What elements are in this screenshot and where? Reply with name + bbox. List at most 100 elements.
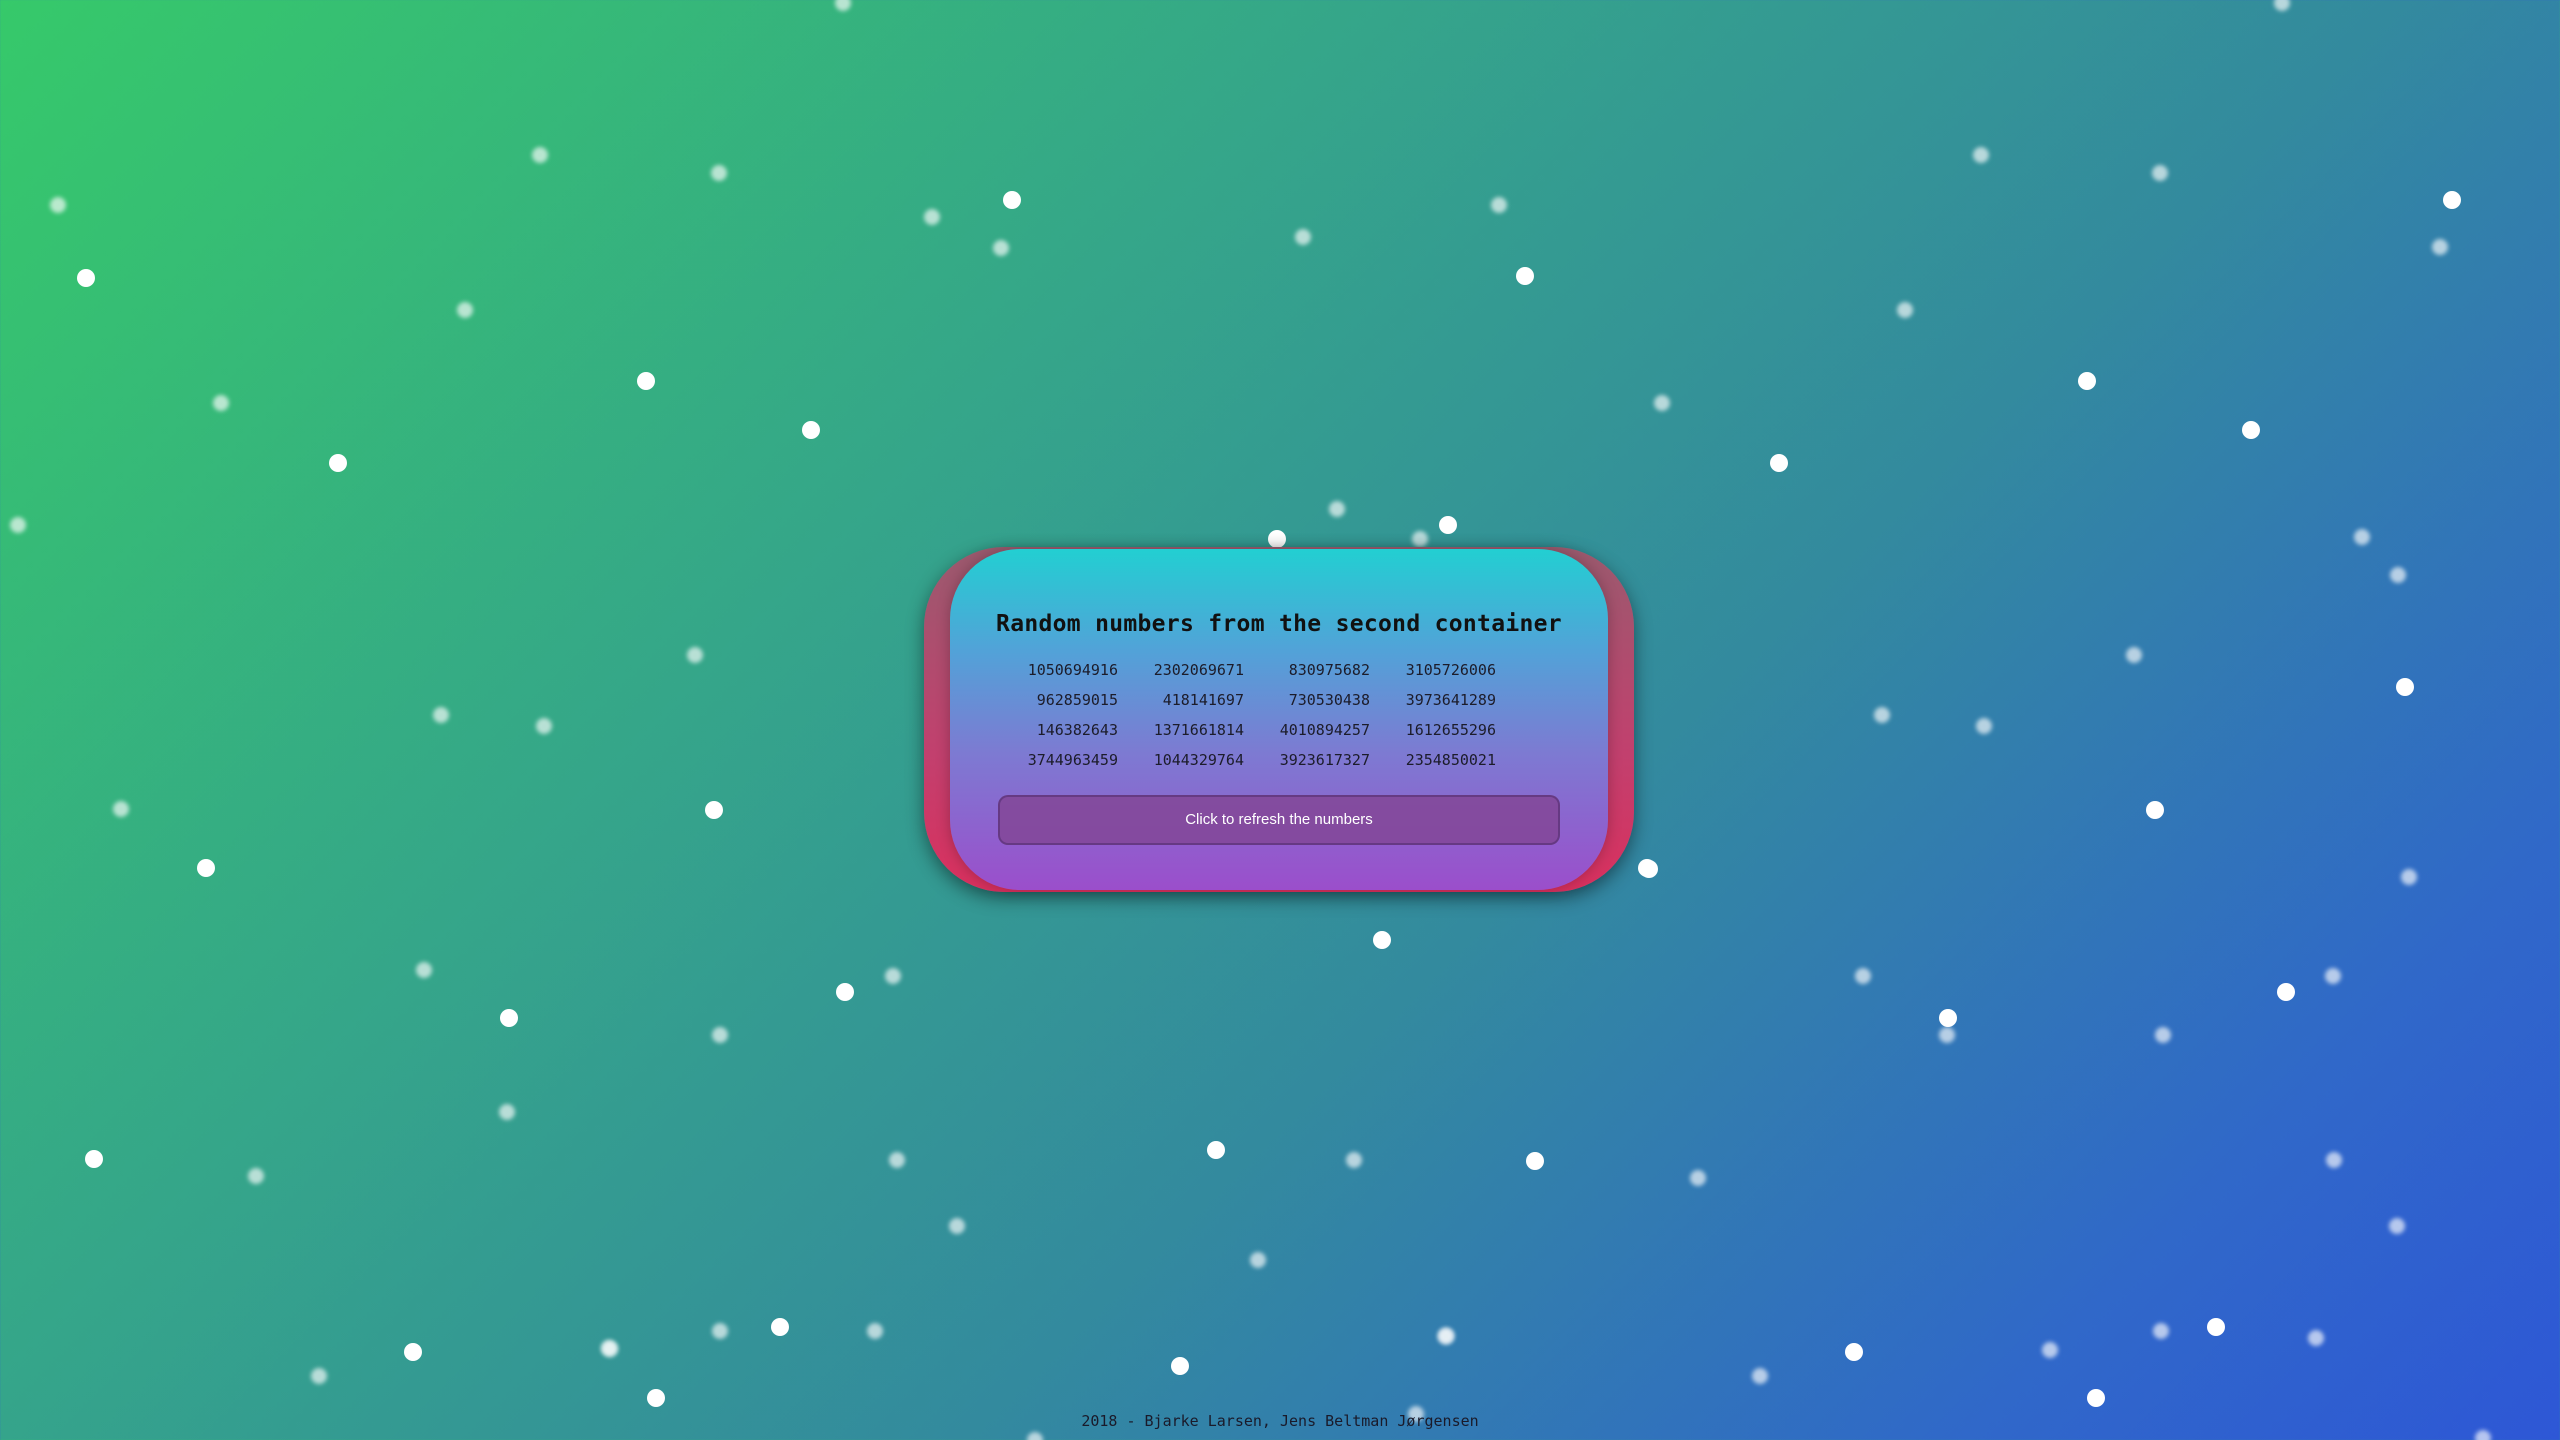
- snow-particle: [1171, 1357, 1189, 1375]
- snow-particle: [197, 859, 215, 877]
- card-title: Random numbers from the second container: [996, 611, 1562, 637]
- snow-particle-blurred: [416, 962, 432, 978]
- snow-particle: [705, 801, 723, 819]
- random-number: 1044329764: [1153, 751, 1244, 769]
- snow-particle-blurred: [1027, 1432, 1043, 1440]
- numbers-card: Random numbers from the second container…: [924, 547, 1634, 892]
- snow-particle: [1516, 267, 1534, 285]
- snow-particle: [1003, 191, 1021, 209]
- random-number: 146382643: [1036, 721, 1118, 739]
- random-number: 962859015: [1036, 691, 1118, 709]
- snow-particle: [836, 983, 854, 1001]
- footer-credits: 2018 - Bjarke Larsen, Jens Beltman Jørge…: [1081, 1412, 1479, 1430]
- snow-particle-blurred: [536, 718, 552, 734]
- random-number: 1050694916: [1027, 661, 1118, 679]
- random-number: 4010894257: [1279, 721, 1370, 739]
- snow-particle-blurred: [1874, 707, 1890, 723]
- snow-particle: [1373, 931, 1391, 949]
- random-number: 2354850021: [1405, 751, 1496, 769]
- snow-particle: [771, 1318, 789, 1336]
- snow-particle-blurred: [1973, 147, 1989, 163]
- snow-particle-blurred: [1752, 1368, 1768, 1384]
- snow-particle-blurred: [248, 1168, 264, 1184]
- snow-particle: [2207, 1318, 2225, 1336]
- snow-particle: [1638, 859, 1656, 877]
- snow-particle-blurred: [1346, 1152, 1362, 1168]
- snow-particle: [1268, 530, 1286, 548]
- snow-particle-blurred: [2475, 1430, 2491, 1440]
- snow-particle-blurred: [2308, 1330, 2324, 1346]
- snow-particle: [1845, 1343, 1863, 1361]
- snow-particle-blurred: [1976, 718, 1992, 734]
- snow-particle-blurred: [1654, 395, 1670, 411]
- snow-particle-blurred: [311, 1368, 327, 1384]
- random-number: 1371661814: [1153, 721, 1244, 739]
- snow-particle-blurred: [711, 165, 727, 181]
- snow-particle-blurred: [10, 517, 26, 533]
- snow-particle-blurred: [1690, 1170, 1706, 1186]
- snow-particle-blurred: [712, 1323, 728, 1339]
- snow-particle-blurred: [1491, 197, 1507, 213]
- snow-particle-blurred: [2389, 1218, 2405, 1234]
- snow-particle-blurred: [2042, 1342, 2058, 1358]
- snow-particle-blurred: [1329, 501, 1345, 517]
- snow-particle-blurred: [1295, 229, 1311, 245]
- snow-particle: [404, 1343, 422, 1361]
- snow-particle: [1640, 860, 1658, 878]
- snow-particle-blurred: [433, 707, 449, 723]
- card-front-layer: Random numbers from the second container…: [950, 549, 1608, 890]
- snow-particle-blurred: [889, 1152, 905, 1168]
- snow-particle-blurred: [532, 147, 548, 163]
- snow-particle-blurred: [2274, 0, 2290, 11]
- snow-particle-blurred: [1855, 968, 1871, 984]
- snow-particle-blurred: [2153, 1323, 2169, 1339]
- snow-particle-blurred: [602, 1341, 618, 1357]
- random-number: 3105726006: [1405, 661, 1496, 679]
- snow-particle: [2087, 1389, 2105, 1407]
- snow-particle: [2242, 421, 2260, 439]
- snow-particle: [329, 454, 347, 472]
- snow-particle: [77, 269, 95, 287]
- snow-particle: [2443, 191, 2461, 209]
- random-number: 730530438: [1288, 691, 1370, 709]
- random-number: 830975682: [1288, 661, 1370, 679]
- snow-particle: [2277, 983, 2295, 1001]
- random-number: 3923617327: [1279, 751, 1370, 769]
- snow-particle-blurred: [213, 395, 229, 411]
- random-number: 418141697: [1162, 691, 1244, 709]
- snow-particle-blurred: [2152, 165, 2168, 181]
- snow-particle-blurred: [1250, 1252, 1266, 1268]
- snow-particle-blurred: [1412, 531, 1428, 547]
- snow-particle-blurred: [867, 1323, 883, 1339]
- snow-particle-blurred: [885, 968, 901, 984]
- snow-particle-blurred: [1438, 1328, 1454, 1344]
- snow-particle: [500, 1009, 518, 1027]
- snow-particle: [1770, 454, 1788, 472]
- random-number: 1612655296: [1405, 721, 1496, 739]
- random-number: 2302069671: [1153, 661, 1244, 679]
- snow-particle: [802, 421, 820, 439]
- snow-particle: [1207, 1141, 1225, 1159]
- snow-particle: [1439, 516, 1457, 534]
- snow-particle: [637, 372, 655, 390]
- snow-particle-blurred: [457, 302, 473, 318]
- snow-particle-blurred: [993, 240, 1009, 256]
- refresh-numbers-button[interactable]: Click to refresh the numbers: [998, 795, 1560, 845]
- snow-particle-blurred: [601, 1340, 617, 1356]
- snow-particle-blurred: [499, 1104, 515, 1120]
- snow-particle: [1526, 1152, 1544, 1170]
- snow-particle-blurred: [1438, 1328, 1454, 1344]
- snow-particle: [85, 1150, 103, 1168]
- snow-particle-blurred: [2390, 567, 2406, 583]
- snow-particle-blurred: [1897, 302, 1913, 318]
- random-number: 3973641289: [1405, 691, 1496, 709]
- snow-particle: [2146, 801, 2164, 819]
- snow-particle: [1939, 1009, 1957, 1027]
- snow-particle-blurred: [2401, 869, 2417, 885]
- snow-particle-blurred: [949, 1218, 965, 1234]
- snow-particle: [2396, 678, 2414, 696]
- snow-particle-blurred: [50, 197, 66, 213]
- snow-particle-blurred: [1939, 1027, 1955, 1043]
- snow-particle-blurred: [712, 1027, 728, 1043]
- snow-particle-blurred: [113, 801, 129, 817]
